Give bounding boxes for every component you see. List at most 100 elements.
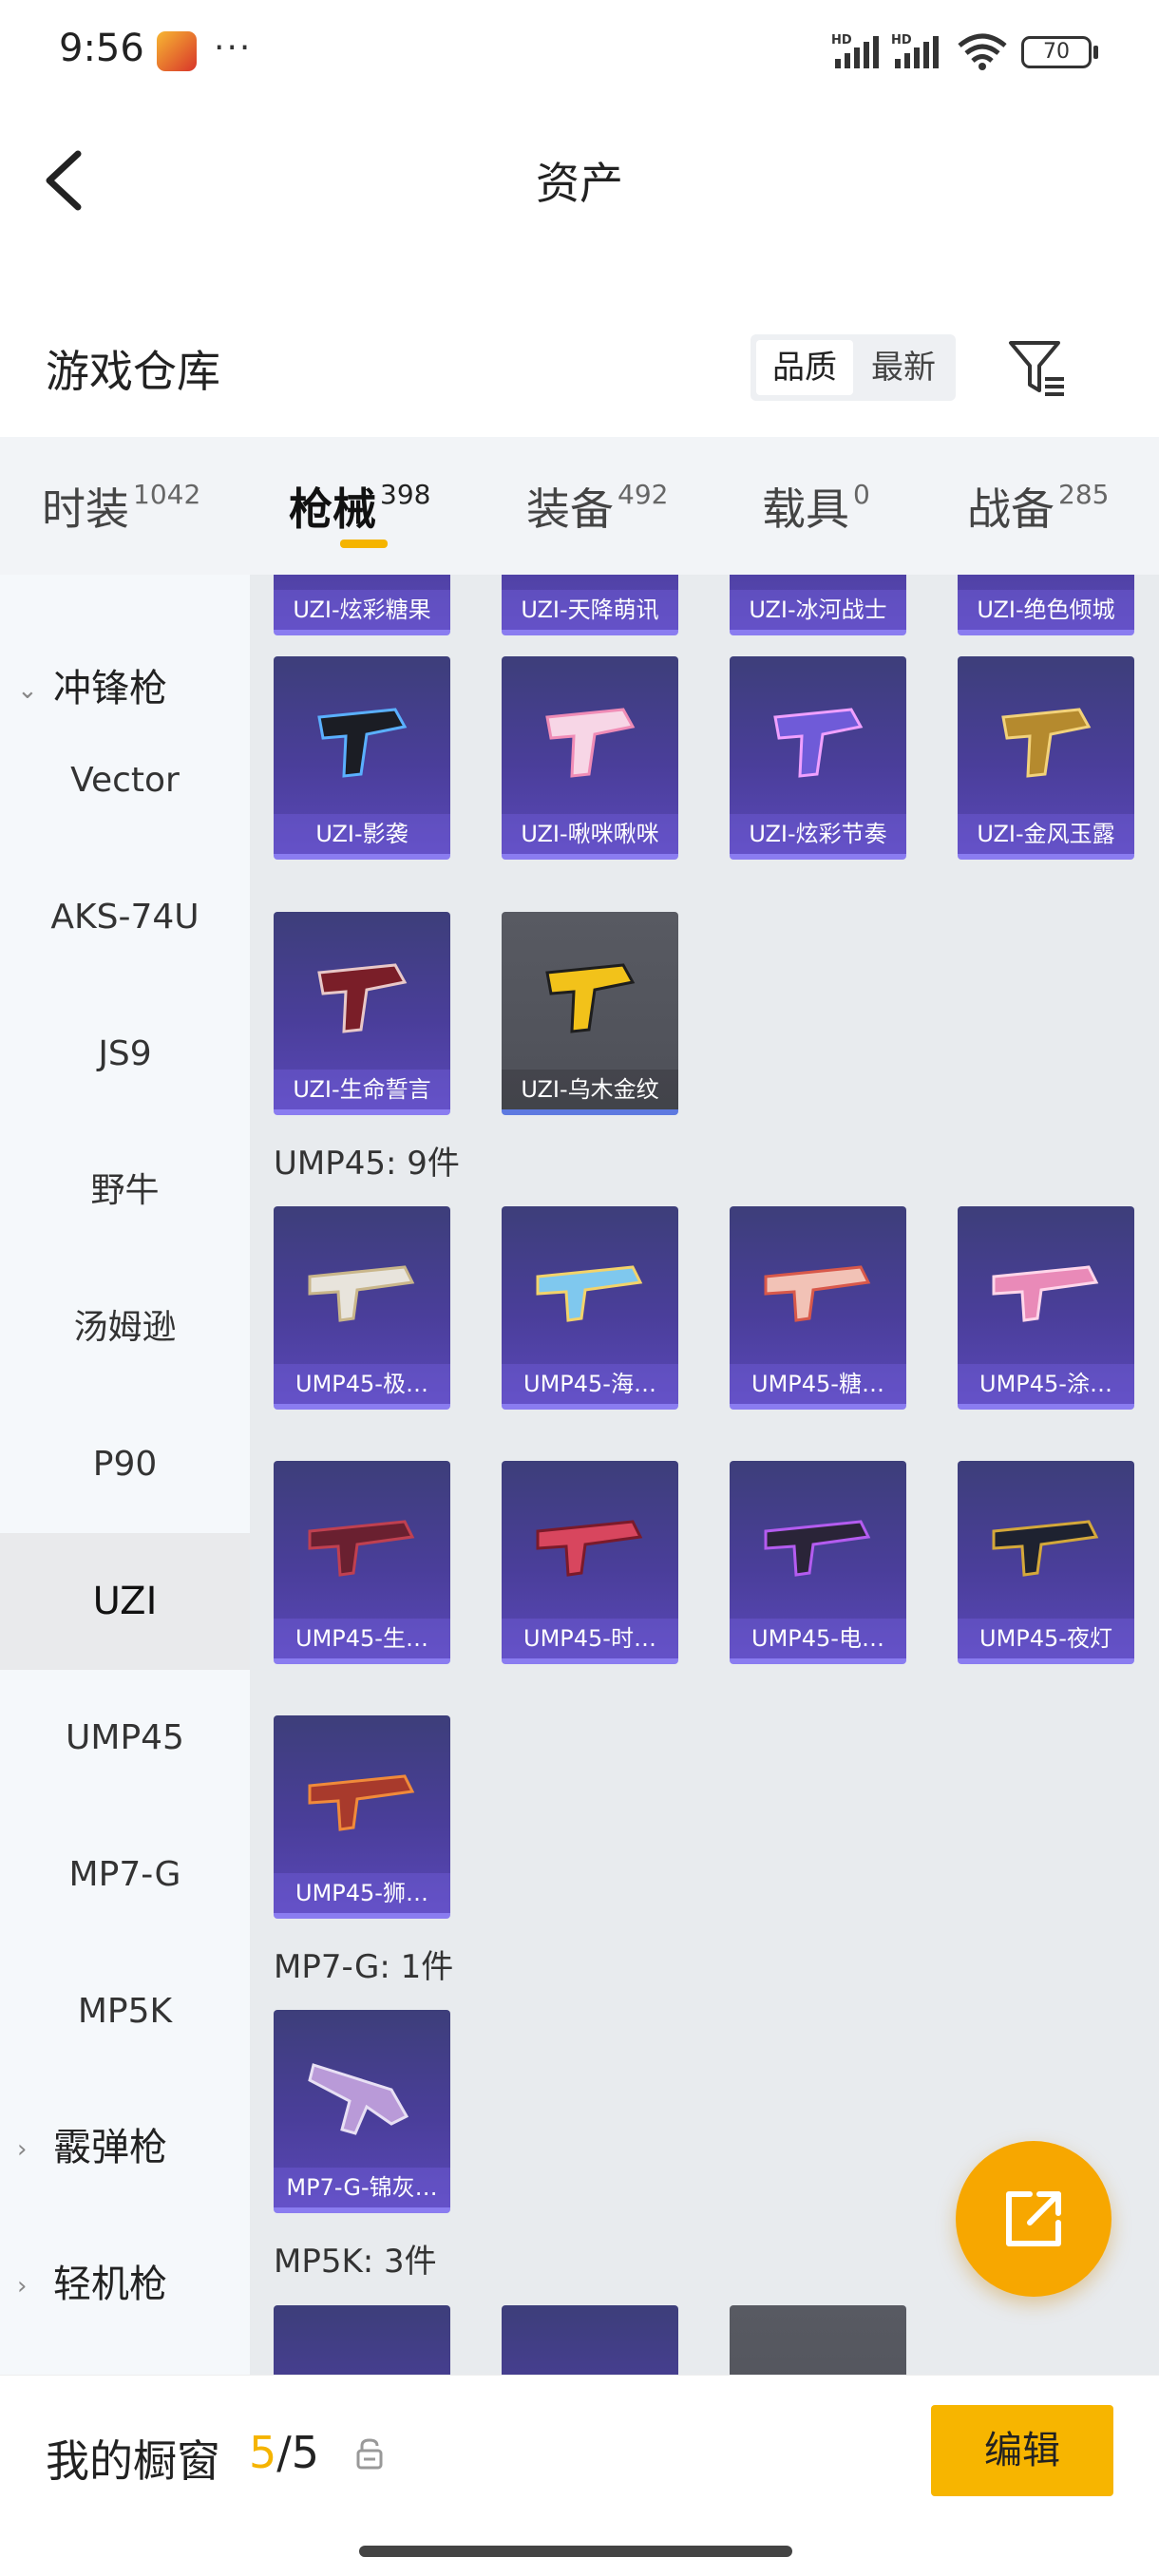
battery-icon: 70: [1021, 36, 1092, 68]
skin-card[interactable]: UZI-绝色倾城: [958, 575, 1134, 635]
svg-text:HD: HD: [831, 33, 852, 47]
ump45-gun-icon: [764, 1520, 871, 1577]
section-title-mp5k: MP5K: 3件: [274, 2243, 437, 2281]
sidebar-item-p90[interactable]: P90: [0, 1396, 250, 1533]
skin-label: UMP45-时…: [502, 1619, 678, 1658]
app-notification-icon: [157, 31, 197, 71]
skin-label: UMP45-极…: [274, 1364, 450, 1404]
weapon-category-sidebar: ⌄ 冲锋枪 Vector AKS-74U JS9 野牛 汤姆逊 P90 UZI U…: [0, 575, 250, 2375]
skin-label: UMP45-夜灯: [958, 1619, 1134, 1658]
sidebar-group-shotgun[interactable]: › 霰弹枪: [17, 2100, 250, 2195]
home-indicator[interactable]: [359, 2546, 792, 2557]
skin-card[interactable]: UZI-啾咪啾咪: [502, 656, 678, 860]
skin-label: UZI-炫彩节奏: [730, 814, 906, 854]
chevron-right-icon: ›: [17, 2135, 28, 2164]
tab-firearms[interactable]: 枪械 398: [289, 475, 430, 541]
ump45-gun-icon: [992, 1520, 1099, 1577]
external-link-icon: [1006, 2191, 1061, 2246]
skin-label: UZI-冰河战士: [730, 590, 906, 630]
sidebar-item-ump45[interactable]: UMP45: [0, 1670, 250, 1807]
skin-card[interactable]: UMP45-生…: [274, 1461, 450, 1664]
sidebar-group-lmg[interactable]: › 轻机枪: [17, 2237, 250, 2332]
skin-card[interactable]: UZI-生命誓言: [274, 912, 450, 1115]
skin-label: UZI-金风玉露: [958, 814, 1134, 854]
skin-card[interactable]: UMP45-夜灯: [958, 1461, 1134, 1664]
share-button[interactable]: [956, 2141, 1112, 2297]
mp7g-gun-icon: [308, 2063, 409, 2135]
uzi-gun-icon: [317, 708, 408, 778]
skin-card[interactable]: UMP45-时…: [502, 1461, 678, 1664]
sidebar-item-vector[interactable]: Vector: [0, 712, 250, 849]
skin-card[interactable]: UZI-冰河战士: [730, 575, 906, 635]
sidebar-item-aks74u[interactable]: AKS-74U: [0, 849, 250, 986]
tab-supplies[interactable]: 战备 285: [967, 475, 1109, 541]
tab-vehicles[interactable]: 载具 0: [762, 475, 870, 541]
uzi-gun-icon: [545, 708, 636, 778]
sort-toggle: 品质 最新: [750, 334, 956, 401]
filter-icon[interactable]: [1007, 337, 1068, 398]
ump45-gun-icon: [764, 1265, 871, 1322]
skin-grid: UZI-炫彩糖果 UZI-天降萌讯 UZI-冰河战士 UZI-绝色倾城 UZI-…: [250, 575, 1159, 2375]
sidebar-item-bizon[interactable]: 野牛: [0, 1123, 250, 1260]
skin-label: UZI-影袭: [274, 814, 450, 854]
sidebar-item-uzi[interactable]: UZI: [0, 1533, 250, 1670]
showcase-title: 我的橱窗: [46, 2435, 220, 2487]
uzi-gun-icon: [1001, 708, 1092, 778]
section-title-ump45: UMP45: 9件: [274, 1145, 460, 1183]
skin-label: UMP45-海…: [502, 1364, 678, 1404]
svg-text:HD: HD: [891, 33, 912, 47]
wifi-icon: [958, 33, 1007, 70]
skin-card[interactable]: MP7-G-锦灰…: [274, 2010, 450, 2213]
tab-equipment[interactable]: 装备 492: [526, 475, 668, 541]
skin-card[interactable]: [502, 2305, 678, 2375]
skin-label: UMP45-糖…: [730, 1364, 906, 1404]
ump45-gun-icon: [308, 1265, 415, 1322]
skin-label: UMP45-生…: [274, 1619, 450, 1658]
uzi-gun-icon: [773, 708, 864, 778]
skin-card[interactable]: UZI-乌木金纹: [502, 912, 678, 1115]
chevron-right-icon: ›: [17, 2272, 28, 2301]
sort-newest-button[interactable]: 最新: [855, 340, 952, 395]
skin-label: UZI-乌木金纹: [502, 1070, 678, 1109]
sidebar-item-js9[interactable]: JS9: [0, 986, 250, 1123]
skin-label: UMP45-涂…: [958, 1364, 1134, 1404]
skin-label: UZI-生命誓言: [274, 1070, 450, 1109]
skin-card[interactable]: [730, 2305, 906, 2375]
skin-card[interactable]: UZI-炫彩节奏: [730, 656, 906, 860]
uzi-gun-icon: [317, 963, 408, 1033]
skin-label: UZI-天降萌讯: [502, 590, 678, 630]
battery-tip: [1093, 46, 1098, 59]
sidebar-item-mp5k[interactable]: MP5K: [0, 1943, 250, 2080]
skin-label: UZI-啾咪啾咪: [502, 814, 678, 854]
ump45-gun-icon: [308, 1520, 415, 1577]
ump45-gun-icon: [308, 1774, 415, 1831]
skin-label: UMP45-狮…: [274, 1873, 450, 1913]
cellular-signal-icon: HD: [831, 33, 879, 68]
warehouse-title: 游戏仓库: [46, 346, 220, 397]
skin-card[interactable]: UZI-金风玉露: [958, 656, 1134, 860]
sidebar-item-mp7g[interactable]: MP7-G: [0, 1807, 250, 1943]
lock-icon: [356, 2438, 383, 2470]
skin-card[interactable]: UMP45-海…: [502, 1206, 678, 1410]
skin-label: UZI-炫彩糖果: [274, 590, 450, 630]
skin-card[interactable]: UMP45-电…: [730, 1461, 906, 1664]
skin-card[interactable]: UZI-天降萌讯: [502, 575, 678, 635]
showcase-count: 5/5: [249, 2427, 320, 2478]
status-time: 9:56: [59, 27, 144, 70]
skin-card[interactable]: UMP45-狮…: [274, 1715, 450, 1919]
skin-label: UMP45-电…: [730, 1619, 906, 1658]
page-title: 资产: [536, 158, 623, 209]
skin-card[interactable]: UMP45-糖…: [730, 1206, 906, 1410]
edit-button[interactable]: 编辑: [931, 2405, 1113, 2496]
skin-card[interactable]: UZI-炫彩糖果: [274, 575, 450, 635]
skin-card[interactable]: [274, 2305, 450, 2375]
skin-card[interactable]: UMP45-涂…: [958, 1206, 1134, 1410]
skin-card[interactable]: UMP45-极…: [274, 1206, 450, 1410]
cellular-signal-2-icon: HD: [891, 33, 939, 68]
more-notifications-icon: ···: [214, 28, 253, 67]
ump45-gun-icon: [992, 1265, 1099, 1322]
tab-fashion[interactable]: 时装 1042: [42, 475, 200, 541]
sort-quality-button[interactable]: 品质: [756, 340, 853, 395]
skin-card[interactable]: UZI-影袭: [274, 656, 450, 860]
sidebar-item-thompson[interactable]: 汤姆逊: [0, 1260, 250, 1396]
